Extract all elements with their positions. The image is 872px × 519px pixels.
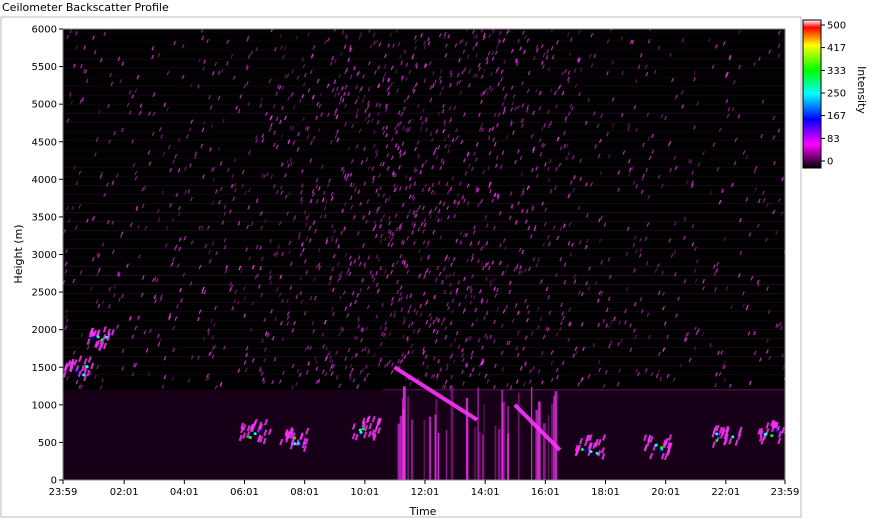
colorbar-tick-label: 500 [827,21,846,32]
cloud-core [776,430,780,434]
y-tick-label: 1500 [32,363,57,374]
y-tick-label: 3000 [32,250,57,261]
cloud-core [293,436,297,440]
cloud-core [764,432,768,436]
cloud-core [293,442,297,446]
y-tick-label: 5500 [32,62,57,73]
cloud-core [359,430,363,434]
y-tick-label: 1000 [32,400,57,411]
x-tick-label: 04:01 [170,487,199,498]
y-axis-title: Height (m) [12,224,25,283]
cloud-core [100,338,104,342]
y-tick-label: 4000 [32,175,57,186]
cloud-core [731,435,735,439]
x-tick-label: 23:59 [49,487,78,498]
colorbar-tick-label: 83 [827,134,840,145]
colorbar-tick-label: 0 [827,157,833,168]
x-tick-label: 06:01 [230,487,259,498]
x-axis: 23:59 02:01 04:01 06:01 08:01 10:01 12:01 14:01… [49,480,800,498]
y-tick-label: 4500 [32,137,57,148]
colorbar-tick-label: 250 [827,89,846,100]
x-tick-label: 20:01 [651,487,680,498]
y-tick-label: 3500 [32,212,57,223]
cloud-core [298,443,302,447]
cloud-core [90,336,94,340]
y-tick-label: 500 [38,438,57,449]
cloud-core [104,335,108,339]
x-tick-label: 16:01 [531,487,560,498]
colorbar-title: Intensity [855,66,868,114]
cloud-core [248,435,252,439]
cloud-core [253,432,257,436]
y-tick-label: 0 [51,476,57,487]
y-axis: 0 500 1000 1500 2000 2500 3000 3500 4000 4500 5000… [32,25,63,487]
x-tick-label: 23:59 [771,487,800,498]
cloud-core [715,438,719,442]
cloud-core [580,448,584,452]
colorbar [802,19,822,169]
cloud-core [583,448,587,452]
x-tick-label: 10:01 [350,487,379,498]
cloud-core [258,429,262,433]
x-tick-label: 12:01 [411,487,440,498]
y-tick-label: 6000 [32,25,57,36]
x-tick-label: 08:01 [290,487,319,498]
cloud-core [770,434,774,438]
cloud-core [589,450,593,454]
cloud-core [96,335,100,339]
y-tick-label: 2500 [32,288,57,299]
cloud-core [85,365,89,369]
colorbar-tick-label: 333 [827,66,846,77]
x-tick-label: 02:01 [110,487,139,498]
colorbar-tick-label: 417 [827,43,846,54]
cloud-core [595,451,599,455]
colorbar-tick-label: 167 [827,111,846,122]
y-tick-label: 2000 [32,325,57,336]
cloud-core [715,432,719,436]
cloud-core [660,446,664,450]
cloud-core [659,449,663,453]
colorbar-ticks: 0 83 167 250 333 417 500 [821,21,846,168]
y-tick-label: 5000 [32,100,57,111]
cloud-core [654,443,658,447]
x-tick-label: 22:01 [711,487,740,498]
x-tick-label: 18:01 [591,487,620,498]
backscatter-chart: 0500100015002000250030003500400045005000… [0,16,868,518]
cloud-core [361,427,365,431]
cloud-core [82,373,86,377]
x-axis-title: Time [409,505,437,518]
cloud-core [76,370,80,374]
backscatter-speck [707,29,709,30]
x-tick-label: 14:01 [471,487,500,498]
